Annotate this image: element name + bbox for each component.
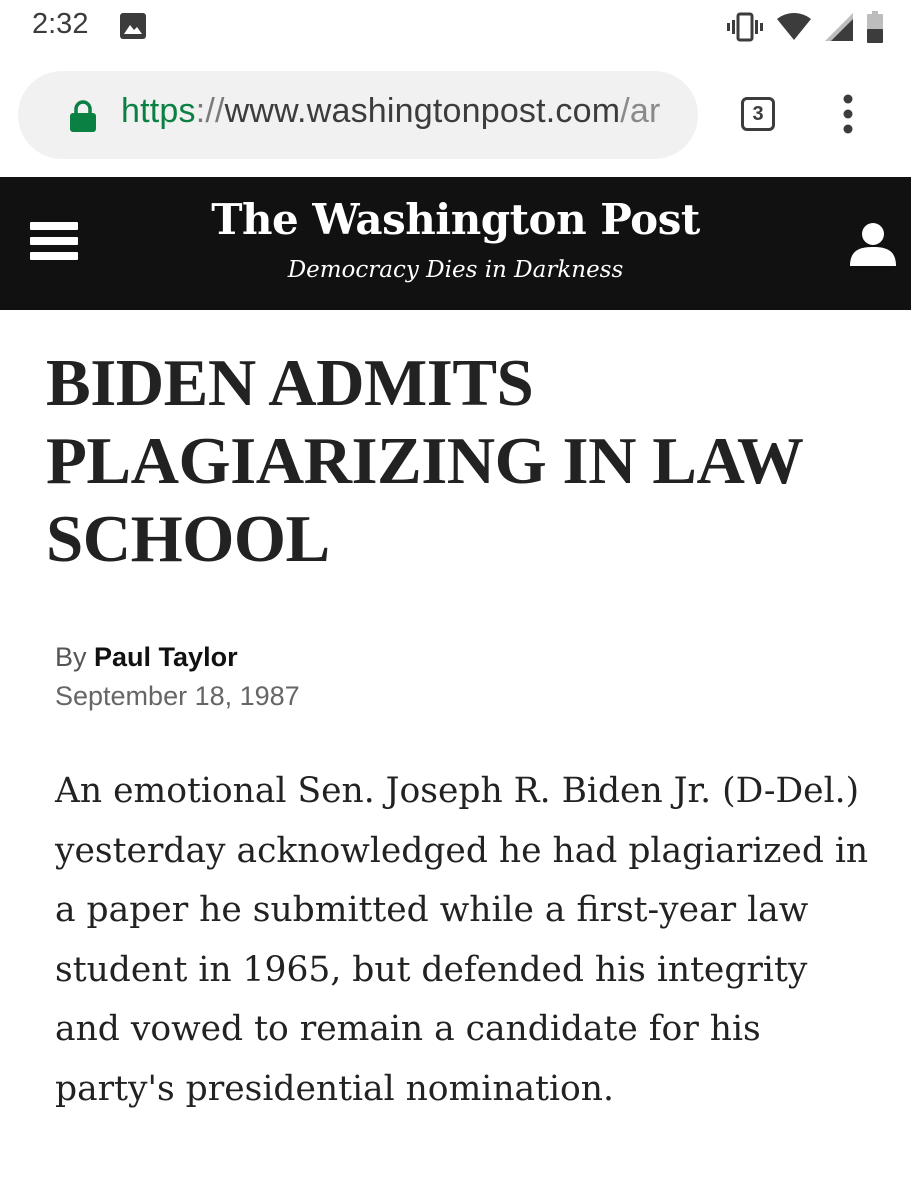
- address-bar[interactable]: https://www.washingtonpost.com/ar: [18, 71, 698, 159]
- byline-prefix: By: [55, 642, 87, 672]
- byline: By Paul Taylor: [55, 642, 238, 673]
- article-date: September 18, 1987: [55, 681, 300, 711]
- url-separator: ://: [195, 92, 225, 130]
- image-notification-icon: [120, 13, 146, 39]
- url-scheme: https: [121, 92, 196, 130]
- url-fade: [658, 71, 698, 159]
- status-time: 2:32: [32, 8, 89, 40]
- status-icons: [727, 10, 883, 44]
- wifi-icon: [777, 13, 811, 40]
- tab-switcher-button[interactable]: 3: [741, 97, 775, 131]
- url-path: /ar: [620, 92, 661, 130]
- article-headline: BIDEN ADMITS PLAGIARIZING IN LAW SCHOOL: [46, 346, 803, 576]
- article-body-paragraph: An emotional Sen. Joseph R. Biden Jr. (D…: [55, 771, 869, 1109]
- site-masthead: The Washington Post Democracy Dies in Da…: [0, 177, 911, 310]
- site-logo[interactable]: The Washington Post: [0, 195, 911, 244]
- battery-icon: [867, 11, 883, 43]
- url-text[interactable]: https://www.washingtonpost.com/ar: [121, 92, 661, 131]
- site-tagline: Democracy Dies in Darkness: [287, 257, 624, 283]
- vibrate-icon: [727, 12, 763, 42]
- account-icon[interactable]: [848, 220, 898, 268]
- status-bar: 2:32: [0, 0, 911, 56]
- author-link[interactable]: Paul Taylor: [94, 642, 238, 672]
- lock-icon: [70, 100, 96, 132]
- browser-toolbar: https://www.washingtonpost.com/ar 3: [0, 56, 911, 177]
- overflow-menu-icon[interactable]: [838, 94, 858, 134]
- cell-signal-icon: [825, 13, 853, 41]
- url-host: www.washingtonpost.com: [224, 92, 621, 130]
